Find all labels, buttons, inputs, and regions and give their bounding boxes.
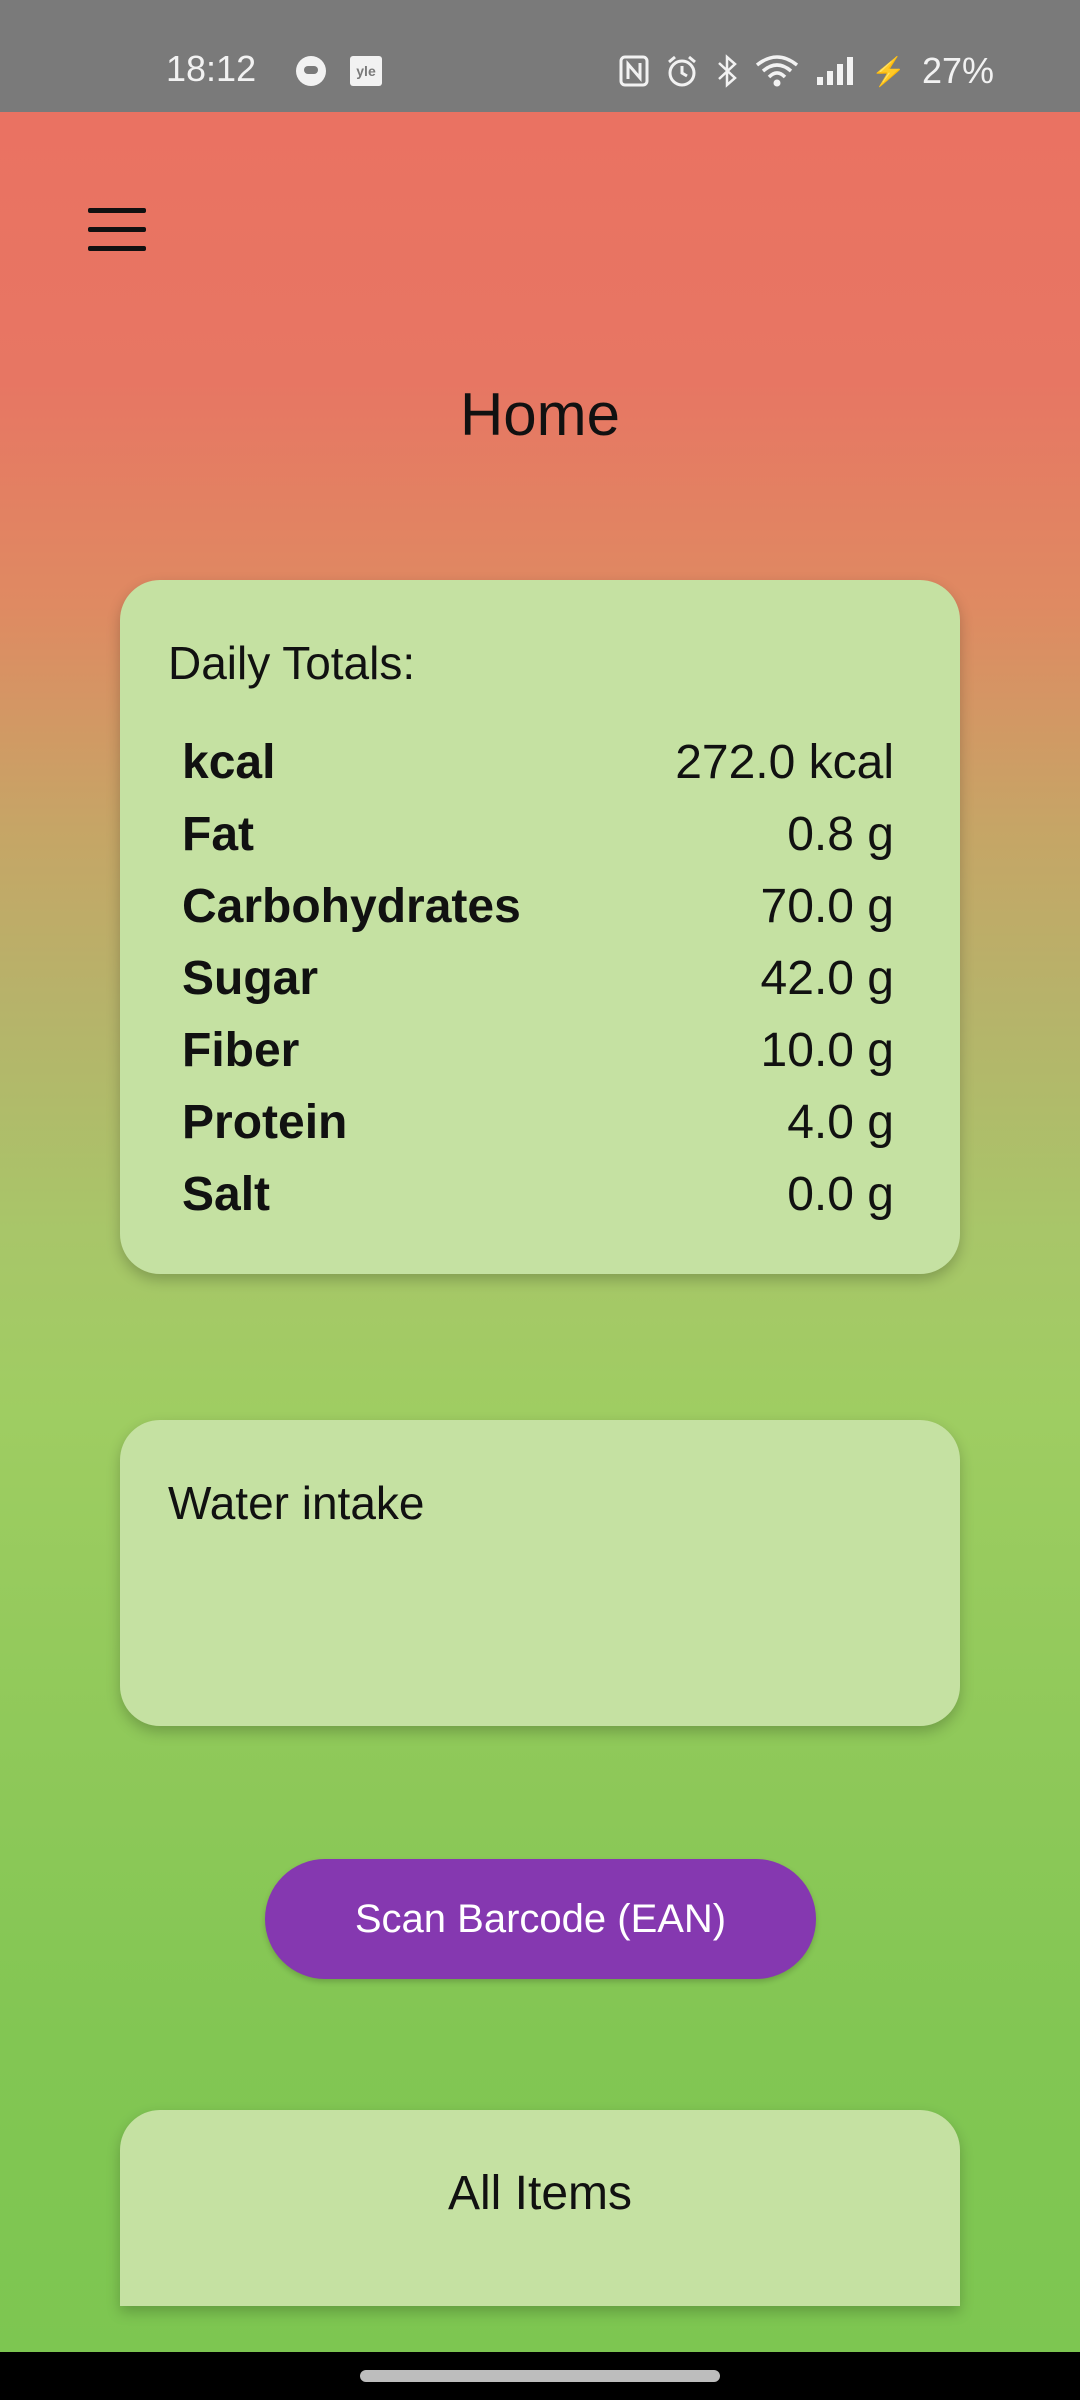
daily-totals-card: Daily Totals: kcal 272.0 kcal Fat 0.8 g … [120,580,960,1274]
nutrient-value: 272.0 kcal [675,735,894,789]
wifi-icon [755,55,799,87]
nutrient-value: 4.0 g [787,1095,894,1149]
nutrient-row: Carbohydrates 70.0 g [182,870,894,942]
nutrient-name: Carbohydrates [182,879,521,933]
app-screen: Home Daily Totals: kcal 272.0 kcal Fat 0… [0,112,1080,2352]
nutrient-value: 0.0 g [787,1167,894,1221]
alarm-icon [668,55,697,87]
yle-icon: yle [350,56,382,86]
menu-line [88,227,146,232]
menu-line [88,208,146,213]
signal-icon [817,57,854,85]
nutrient-row: Fiber 10.0 g [182,1014,894,1086]
nutrient-row: Sugar 42.0 g [182,942,894,1014]
daily-totals-heading: Daily Totals: [168,637,416,689]
nutrient-name: Sugar [182,951,319,1005]
nutrient-value: 70.0 g [760,879,894,933]
bluetooth-icon [718,54,737,88]
battery-percentage: 27% [921,50,994,91]
page-title: Home [459,381,621,448]
home-indicator[interactable] [360,2370,720,2382]
nfc-icon [619,55,649,87]
nutrient-name: Fat [182,807,254,861]
nutrient-row: Fat 0.8 g [182,798,894,870]
status-bar: 18:12 yle ⚡ 27% [0,0,1080,112]
scan-barcode-button[interactable]: Scan Barcode (EAN) [265,1859,816,1979]
nutrient-value: 10.0 g [760,1023,894,1077]
app-notification-icon [296,56,326,86]
nutrient-table: kcal 272.0 kcal Fat 0.8 g Carbohydrates … [182,726,894,1230]
status-time: 18:12 [166,48,257,89]
nutrient-row: Salt 0.0 g [182,1158,894,1230]
nutrient-name: Fiber [182,1023,300,1077]
hamburger-menu-icon[interactable] [88,208,146,252]
status-right-icons: ⚡ 27% [619,50,994,92]
navigation-bar [0,2352,1080,2400]
nutrient-value: 42.0 g [760,951,894,1005]
nutrient-name: Protein [182,1095,348,1149]
nutrient-row: kcal 272.0 kcal [182,726,894,798]
water-intake-heading: Water intake [168,1477,425,1529]
charging-icon: ⚡ [871,55,906,87]
nutrient-name: Salt [182,1167,271,1221]
status-left-icons: yle [296,56,382,86]
nutrient-name: kcal [182,735,276,789]
all-items-title: All Items [447,2167,633,2220]
nutrient-value: 0.8 g [787,807,894,861]
menu-line [88,246,146,251]
nutrient-row: Protein 4.0 g [182,1086,894,1158]
water-intake-card[interactable]: Water intake [120,1420,960,1726]
all-items-card[interactable]: All Items [120,2110,960,2306]
